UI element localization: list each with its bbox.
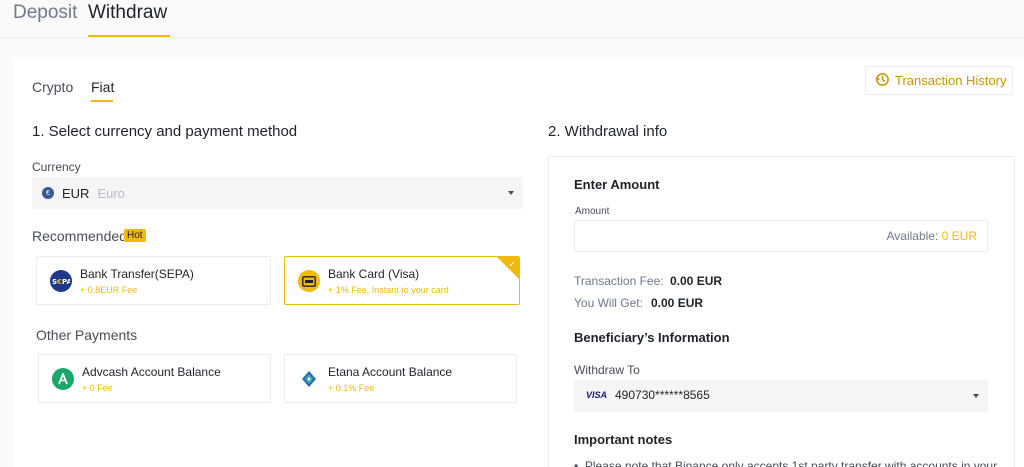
beneficiary-heading: Beneficiary’s Information (574, 330, 730, 345)
hot-badge: Hot (124, 229, 146, 242)
payment-fee: + 0 Fee (82, 383, 113, 393)
currency-label: Currency (32, 160, 81, 174)
payment-name: Bank Card (Visa) (328, 267, 420, 281)
amount-input[interactable]: Available: 0 EUR (574, 220, 988, 252)
payment-fee: + 1% Fee, Instant to your card (328, 285, 449, 295)
transaction-fee-label: Transaction Fee: (574, 274, 664, 288)
payment-name: Advcash Account Balance (82, 365, 221, 379)
recommended-label: Recommended (32, 228, 127, 244)
tab-withdraw[interactable]: Withdraw (88, 2, 167, 24)
payment-advcash[interactable]: Advcash Account Balance + 0 Fee (38, 354, 271, 403)
important-note-1: • Please note that Binance only accepts … (574, 459, 1014, 467)
payment-bank-transfer-sepa[interactable]: S€PA Bank Transfer(SEPA) + 0.8EUR Fee (36, 256, 271, 305)
tab-deposit[interactable]: Deposit (13, 2, 77, 24)
you-will-get-label: You Will Get: (574, 296, 643, 310)
available-label: Available: (886, 229, 939, 243)
currency-select[interactable]: € EUR Euro (32, 177, 523, 209)
subtab-crypto[interactable]: Crypto (32, 79, 73, 95)
active-tab-indicator (88, 35, 170, 37)
currency-code: EUR (62, 185, 90, 201)
payment-name: Bank Transfer(SEPA) (80, 267, 194, 281)
transaction-fee-value: 0.00 EUR (670, 274, 723, 288)
enter-amount-heading: Enter Amount (574, 177, 660, 192)
payment-fee: + 0.1% Fee (328, 383, 375, 393)
available-value: 0 EUR (941, 229, 977, 243)
svg-text:PA: PA (62, 278, 70, 286)
note-1-text: Please note that Binance only accepts 1s… (584, 459, 998, 467)
transaction-history-button[interactable]: Transaction History (865, 66, 1013, 95)
payment-name: Etana Account Balance (328, 365, 453, 379)
amount-label: Amount (575, 206, 610, 217)
sepa-icon: S€PA (50, 270, 72, 292)
withdrawal-info-panel (548, 156, 1015, 467)
chevron-down-icon (508, 191, 514, 195)
history-icon (875, 72, 890, 90)
you-will-get-value: 0.00 EUR (651, 296, 704, 310)
etana-icon (298, 368, 320, 390)
subtab-fiat[interactable]: Fiat (91, 79, 114, 95)
currency-name: Euro (97, 185, 125, 201)
visa-icon: VISA (586, 390, 608, 400)
important-notes-heading: Important notes (574, 432, 673, 447)
other-payments-label: Other Payments (36, 327, 138, 343)
check-icon: ✓ (508, 259, 516, 269)
withdraw-to-select[interactable]: VISA 490730******8565 (574, 380, 988, 412)
available-balance: Available: 0 EUR (886, 229, 977, 243)
bullet: • (574, 459, 585, 467)
payment-bank-card-visa[interactable]: Bank Card (Visa) + 1% Fee, Instant to yo… (284, 256, 520, 305)
advcash-icon (52, 368, 74, 390)
step2-title: 2. Withdrawal info (548, 123, 668, 140)
payment-etana[interactable]: Etana Account Balance + 0.1% Fee (284, 354, 517, 403)
active-subtab-indicator (91, 100, 113, 102)
transaction-history-label: Transaction History (895, 73, 1007, 88)
payment-fee: + 0.8EUR Fee (80, 285, 138, 295)
card-icon (298, 270, 320, 292)
card-number: 490730******8565 (615, 388, 710, 402)
chevron-down-icon (973, 394, 979, 398)
withdraw-to-label: Withdraw To (574, 363, 640, 377)
euro-coin-icon: € (42, 187, 54, 199)
step1-title: 1. Select currency and payment method (32, 123, 298, 140)
top-tab-bar: Deposit Withdraw (0, 0, 1024, 38)
